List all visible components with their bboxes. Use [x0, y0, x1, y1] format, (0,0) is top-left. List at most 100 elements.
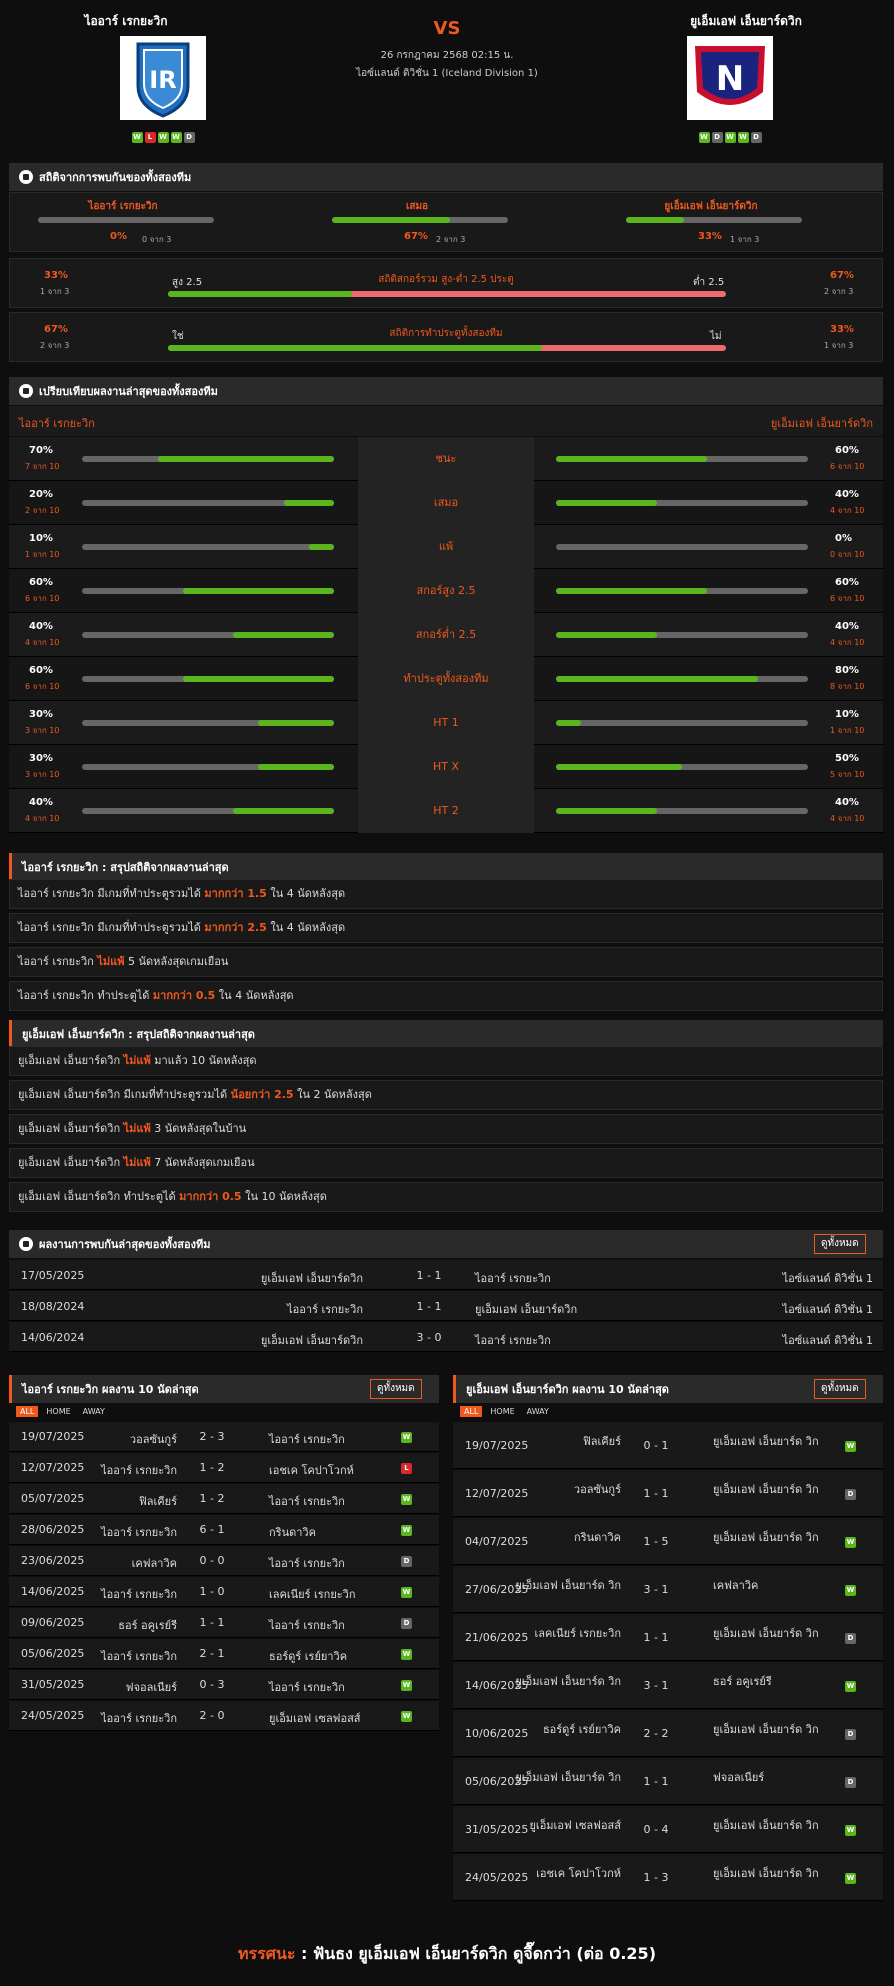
league[interactable]: ไอซ์แลนด์ ดิวิชั่น 1: [783, 1331, 873, 1349]
home-team[interactable]: ยูเอ็มเอฟ เอ็นยาร์ดวิก: [261, 1269, 363, 1287]
match-row[interactable]: 31/05/2025 ฟจอลเนียร์ 0 - 3 ไออาร์ เรกยะวิก…: [9, 1670, 439, 1700]
filter-tab[interactable]: AWAY: [523, 1406, 553, 1417]
away-team[interactable]: ฟจอลเนียร์: [713, 1768, 823, 1786]
match-row[interactable]: 14/06/2025 ยูเอ็มเอฟ เอ็นยาร์ด วิก 3 - 1 ธอ…: [453, 1662, 883, 1709]
score: 0 - 0: [199, 1554, 225, 1567]
home-team[interactable]: ฟิลเคียร์: [511, 1432, 621, 1450]
home-team[interactable]: ไออาร์ เรกยะวิก: [287, 1300, 363, 1318]
home-sub: 1 จาก 10: [25, 550, 60, 559]
away-team[interactable]: ธอร์ดูร์ เรย์ยาวิค: [269, 1647, 379, 1665]
filter-tab[interactable]: ALL: [16, 1406, 39, 1417]
filter-tab[interactable]: AWAY: [79, 1406, 109, 1417]
match-row[interactable]: 05/06/2025 ยูเอ็มเอฟ เอ็นยาร์ด วิก 1 - 1 ฟจ…: [453, 1758, 883, 1805]
away-team[interactable]: ไออาร์ เรกยะวิก: [475, 1331, 551, 1349]
match-row[interactable]: 05/06/2025 ไออาร์ เรกยะวิก 2 - 1 ธอร์ดูร์ เ…: [9, 1639, 439, 1669]
away-team[interactable]: ไออาร์ เรกยะวิก: [269, 1678, 379, 1696]
home-team[interactable]: เอชเค โคปาโวกห์: [511, 1864, 621, 1882]
away-team[interactable]: เลคเนียร์ เรกยะวิก: [269, 1585, 379, 1603]
home-team[interactable]: ยูเอ็มเอฟ เอ็นยาร์ด วิก: [511, 1672, 621, 1690]
home-team[interactable]: ไออาร์ เรกยะวิก: [67, 1523, 177, 1541]
away-team[interactable]: ยูเอ็มเอฟ เอ็นยาร์ด วิก: [713, 1624, 823, 1642]
filter-tab[interactable]: HOME: [42, 1406, 74, 1417]
over-fill: [168, 291, 353, 297]
match-row[interactable]: 19/07/2025 ฟิลเคียร์ 0 - 1 ยูเอ็มเอฟ เอ็นยา…: [453, 1422, 883, 1469]
away-sub: 8 จาก 10: [830, 682, 865, 691]
away-team[interactable]: ไออาร์ เรกยะวิก: [475, 1269, 551, 1287]
summary-highlight: มากกว่า 0.5: [179, 1190, 242, 1203]
compare-home-name[interactable]: ไออาร์ เรกยะวิก: [19, 414, 95, 432]
home-team[interactable]: ยูเอ็มเอฟ เซลฟอสส์: [511, 1816, 621, 1834]
home-fill: [233, 808, 334, 814]
score: 1 - 1: [416, 1269, 442, 1282]
home-team[interactable]: ธอร์ดูร์ เรย์ยาวิค: [511, 1720, 621, 1738]
section-title: ยูเอ็มเอฟ เอ็นยาร์ดวิก ผลงาน 10 นัดล่าสุ…: [466, 1383, 669, 1396]
league[interactable]: ไอซ์แลนด์ ดิวิชั่น 1: [783, 1300, 873, 1318]
home-team[interactable]: ฟิลเคียร์: [67, 1492, 177, 1510]
away-team[interactable]: ยูเอ็มเอฟ เอ็นยาร์ด วิก: [713, 1480, 823, 1498]
match-row[interactable]: 09/06/2025 ธอร์ อคูเรย์รี 1 - 1 ไออาร์ เรกย…: [9, 1608, 439, 1638]
league[interactable]: ไอซ์แลนด์ ดิวิชั่น 1: [783, 1269, 873, 1287]
match-row[interactable]: 12/07/2025 ไออาร์ เรกยะวิก 1 - 2 เอชเค โคปา…: [9, 1453, 439, 1483]
away-team[interactable]: ไออาร์ เรกยะวิก: [269, 1616, 379, 1634]
home-team[interactable]: ฟจอลเนียร์: [67, 1678, 177, 1696]
away-sub: 4 จาก 10: [830, 814, 865, 823]
away-team[interactable]: ยูเอ็มเอฟ เซลฟอสส์: [269, 1709, 379, 1727]
away-team[interactable]: ไออาร์ เรกยะวิก: [269, 1492, 379, 1510]
away-team[interactable]: ธอร์ อคูเรย์รี: [713, 1672, 823, 1690]
home-team[interactable]: กรินดาวิค: [511, 1528, 621, 1546]
match-row[interactable]: 05/07/2025 ฟิลเคียร์ 1 - 2 ไออาร์ เรกยะวิก W: [9, 1484, 439, 1514]
match-row[interactable]: 04/07/2025 กรินดาวิค 1 - 5 ยูเอ็มเอฟ เอ็นยา…: [453, 1518, 883, 1565]
away-team[interactable]: ยูเอ็มเอฟ เอ็นยาร์ด วิก: [713, 1432, 823, 1450]
away-team[interactable]: เคฟลาวิค: [713, 1576, 823, 1594]
home-team[interactable]: วอลซันกูร์: [511, 1480, 621, 1498]
home-team[interactable]: ยูเอ็มเอฟ เอ็นยาร์ดวิก: [261, 1331, 363, 1349]
away-team[interactable]: กรินดาวิค: [269, 1523, 379, 1541]
h2h-row[interactable]: 18/08/2024 ไออาร์ เรกยะวิก 1 - 1 ยูเอ็มเอฟ …: [9, 1291, 883, 1321]
match-row[interactable]: 24/05/2025 ไออาร์ เรกยะวิก 2 - 0 ยูเอ็มเอฟ …: [9, 1701, 439, 1731]
away-team[interactable]: ยูเอ็มเอฟ เอ็นยาร์ด วิก: [713, 1720, 823, 1738]
home-team[interactable]: ไออาร์ เรกยะวิก: [67, 1709, 177, 1727]
match-row[interactable]: 21/06/2025 เลคเนียร์ เรกยะวิก 1 - 1 ยูเอ็มเ…: [453, 1614, 883, 1661]
h2h-row[interactable]: 14/06/2024 ยูเอ็มเอฟ เอ็นยาร์ดวิก 3 - 0 ไออ…: [9, 1322, 883, 1352]
away-team[interactable]: ยูเอ็มเอฟ เอ็นยาร์ด วิก: [713, 1816, 823, 1834]
home-team[interactable]: วอลซันกูร์: [67, 1430, 177, 1448]
home-team[interactable]: ไออาร์ เรกยะวิก: [67, 1461, 177, 1479]
away-team-name[interactable]: ยูเอ็มเอฟ เอ็นยาร์ดวิก: [656, 12, 836, 31]
home-pct: 70%: [29, 445, 53, 456]
away-team[interactable]: เอชเค โคปาโวกห์: [269, 1461, 379, 1479]
match-row[interactable]: 24/05/2025 เอชเค โคปาโวกห์ 1 - 3 ยูเอ็มเอฟ …: [453, 1854, 883, 1901]
filter-tab[interactable]: ALL: [460, 1406, 483, 1417]
match-row[interactable]: 31/05/2025 ยูเอ็มเอฟ เซลฟอสส์ 0 - 4 ยูเอ็มเ…: [453, 1806, 883, 1853]
result-badge: W: [401, 1680, 412, 1691]
btts-no-pct: 33%: [830, 324, 854, 335]
home-team[interactable]: ยูเอ็มเอฟ เอ็นยาร์ด วิก: [511, 1768, 621, 1786]
home-team[interactable]: ยูเอ็มเอฟ เอ็นยาร์ด วิก: [511, 1576, 621, 1594]
filter-tab[interactable]: HOME: [486, 1406, 518, 1417]
match-row[interactable]: 12/07/2025 วอลซันกูร์ 1 - 1 ยูเอ็มเอฟ เอ็นย…: [453, 1470, 883, 1517]
match-row[interactable]: 23/06/2025 เคฟลาวิค 0 - 0 ไออาร์ เรกยะวิก D: [9, 1546, 439, 1576]
home-team[interactable]: เลคเนียร์ เรกยะวิก: [511, 1624, 621, 1642]
away-sub: 5 จาก 10: [830, 770, 865, 779]
away-team[interactable]: ยูเอ็มเอฟ เอ็นยาร์ด วิก: [713, 1528, 823, 1546]
away-team[interactable]: ยูเอ็มเอฟ เอ็นยาร์ดวิก: [475, 1300, 577, 1318]
away-team[interactable]: ไออาร์ เรกยะวิก: [269, 1430, 379, 1448]
home-team[interactable]: ธอร์ อคูเรย์รี: [67, 1616, 177, 1634]
away-team[interactable]: ยูเอ็มเอฟ เอ็นยาร์ด วิก: [713, 1864, 823, 1882]
home-fill: [308, 544, 334, 550]
home-team[interactable]: เคฟลาวิค: [67, 1554, 177, 1572]
compare-away-name[interactable]: ยูเอ็มเอฟ เอ็นยาร์ดวิก: [771, 414, 873, 432]
home-team[interactable]: ไออาร์ เรกยะวิก: [67, 1585, 177, 1603]
away-team[interactable]: ไออาร์ เรกยะวิก: [269, 1554, 379, 1572]
h2h-row[interactable]: 17/05/2025 ยูเอ็มเอฟ เอ็นยาร์ดวิก 1 - 1 ไออ…: [9, 1260, 883, 1290]
match-row[interactable]: 14/06/2025 ไออาร์ เรกยะวิก 1 - 0 เลคเนียร์ …: [9, 1577, 439, 1607]
home-team[interactable]: ไออาร์ เรกยะวิก: [67, 1647, 177, 1665]
match-row[interactable]: 10/06/2025 ธอร์ดูร์ เรย์ยาวิค 2 - 2 ยูเอ็มเ…: [453, 1710, 883, 1757]
h2h-col-pct: 0%: [110, 231, 127, 242]
view-all-h2h-button[interactable]: ดูทั้งหมด: [814, 1234, 866, 1254]
view-all-home-button[interactable]: ดูทั้งหมด: [370, 1379, 422, 1399]
match-row[interactable]: 28/06/2025 ไออาร์ เรกยะวิก 6 - 1 กรินดาวิค W: [9, 1515, 439, 1545]
match-row[interactable]: 27/06/2025 ยูเอ็มเอฟ เอ็นยาร์ด วิก 3 - 1 เค…: [453, 1566, 883, 1613]
view-all-away-button[interactable]: ดูทั้งหมด: [814, 1379, 866, 1399]
away-team-logo[interactable]: N: [687, 36, 773, 120]
match-row[interactable]: 19/07/2025 วอลซันกูร์ 2 - 3 ไออาร์ เรกยะวิก…: [9, 1422, 439, 1452]
